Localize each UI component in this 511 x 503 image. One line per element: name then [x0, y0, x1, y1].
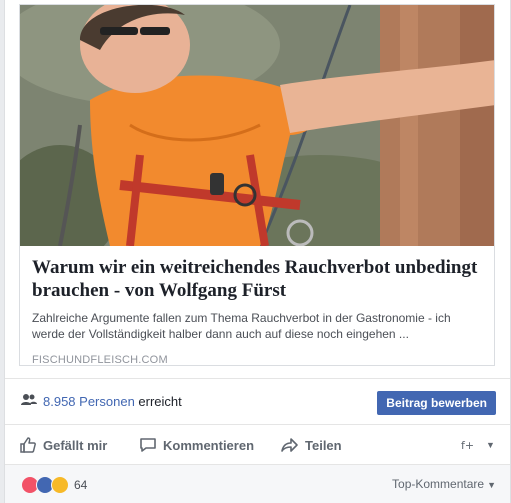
link-preview-card[interactable]: Warum wir ein weitreichendes Rauchverbot…	[19, 4, 495, 366]
comment-label: Kommentieren	[163, 437, 255, 453]
chevron-down-icon: ▼	[486, 440, 495, 450]
feed-post: Warum wir ein weitreichendes Rauchverbot…	[4, 0, 511, 503]
post-actions: Gefällt mir Kommentieren Teilen f+ ▼	[5, 424, 510, 464]
haha-reaction-icon	[51, 476, 69, 494]
share-button[interactable]: Teilen	[281, 434, 342, 456]
comment-sort-dropdown[interactable]: Top-Kommentare ▼	[392, 477, 496, 491]
comment-button[interactable]: Kommentieren	[139, 434, 254, 456]
reaction-count: 64	[74, 478, 88, 492]
share-icon	[281, 438, 298, 452]
reach-summary: 8.958 Personen erreicht	[43, 394, 182, 409]
link-preview-image[interactable]	[20, 5, 494, 246]
like-label: Gefällt mir	[43, 437, 108, 453]
comment-sort-label: Top-Kommentare	[392, 477, 485, 491]
reaction-summary[interactable]: 64	[21, 476, 87, 494]
reach-count-link[interactable]: 8.958 Personen	[43, 394, 135, 409]
link-domain: FISCHUNDFLEISCH.COM	[32, 354, 168, 366]
people-icon	[21, 394, 37, 405]
reach-suffix: erreicht	[134, 394, 182, 409]
link-description: Zahlreiche Argumente fallen zum Thema Ra…	[32, 311, 451, 341]
like-button[interactable]: Gefällt mir	[19, 434, 107, 456]
share-label: Teilen	[305, 437, 342, 453]
link-preview-body: Warum wir ein weitreichendes Rauchverbot…	[20, 246, 494, 366]
boost-post-button[interactable]: Beitrag bewerben	[377, 391, 496, 415]
chevron-down-icon: ▼	[487, 480, 496, 490]
svg-text:f+: f+	[461, 439, 474, 452]
comment-icon	[140, 438, 156, 452]
reach-bar: 8.958 Personen erreicht Beitrag bewerben	[5, 378, 510, 424]
link-title[interactable]: Warum wir ein weitreichendes Rauchverbot…	[32, 256, 482, 302]
reactions-bar: 64 Top-Kommentare ▼	[5, 464, 510, 503]
climber-photo	[20, 5, 494, 246]
page-avatar-icon: f+	[461, 439, 474, 452]
thumbs-up-icon	[20, 437, 36, 453]
post-as-selector[interactable]: f+ ▼	[461, 434, 495, 456]
